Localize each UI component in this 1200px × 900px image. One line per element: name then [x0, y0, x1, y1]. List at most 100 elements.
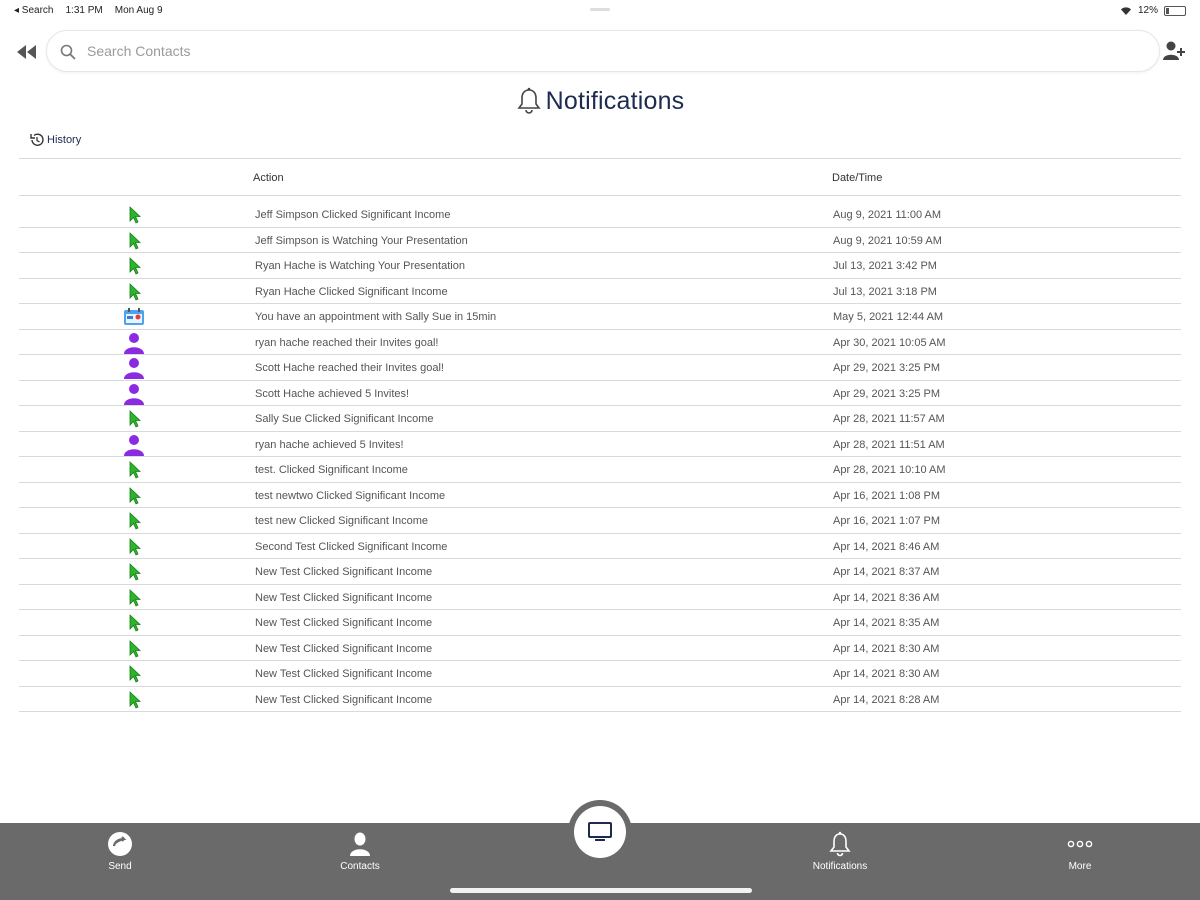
row-datetime: Apr 28, 2021 11:51 AM [833, 438, 945, 451]
table-row[interactable]: Scott Hache reached their Invites goal! A… [19, 355, 1181, 381]
row-datetime: Apr 14, 2021 8:30 AM [833, 642, 940, 655]
search-bar[interactable] [46, 30, 1160, 72]
row-datetime: Apr 28, 2021 11:57 AM [833, 413, 945, 425]
row-action: New Test Clicked Significant Income [255, 693, 433, 706]
table-row[interactable]: test newtwo Clicked Significant Income Ap… [19, 483, 1181, 508]
table-row[interactable]: test new Clicked Significant Income Apr 1… [19, 508, 1181, 534]
table-row[interactable]: New Test Clicked Significant Income Apr 1… [19, 661, 1181, 687]
cursor-icon [123, 588, 145, 608]
row-datetime: Apr 29, 2021 3:25 PM [833, 387, 941, 400]
person-icon [123, 332, 145, 354]
status-back-app[interactable]: ◂ Search [14, 5, 53, 16]
cursor-icon [123, 664, 145, 684]
table-row[interactable]: Second Test Clicked Significant Income Ap… [19, 534, 1181, 559]
search-icon [60, 44, 76, 60]
battery-icon [1164, 5, 1186, 16]
row-datetime: Apr 14, 2021 8:36 AM [833, 591, 940, 604]
row-action: New Test Clicked Significant Income [255, 591, 433, 604]
row-datetime: Jul 13, 2021 3:18 PM [833, 285, 937, 298]
table-row[interactable]: test. Clicked Significant Income Apr 28, … [19, 457, 1181, 483]
table-row[interactable]: Ryan Hache Clicked Significant Income Jul… [19, 279, 1181, 304]
row-datetime: Apr 30, 2021 10:05 AM [833, 336, 946, 349]
present-button[interactable] [574, 806, 626, 858]
row-action: Sally Sue Clicked Significant Income [255, 413, 434, 425]
row-datetime: Apr 28, 2021 10:10 AM [833, 464, 946, 476]
cursor-icon [123, 613, 145, 633]
person-icon [123, 383, 145, 405]
table-row[interactable]: ryan hache achieved 5 Invites! Apr 28, 20… [19, 432, 1181, 457]
row-datetime: Aug 9, 2021 10:59 AM [833, 234, 942, 247]
search-input[interactable] [87, 31, 1147, 71]
row-action: You have an appointment with Sally Sue i… [255, 311, 497, 323]
table-row[interactable]: New Test Clicked Significant Income Apr 1… [19, 636, 1181, 661]
status-date: Mon Aug 9 [114, 5, 163, 16]
home-indicator[interactable] [450, 888, 752, 893]
cursor-icon [123, 511, 145, 531]
table-row[interactable]: Ryan Hache is Watching Your Presentation… [19, 253, 1181, 279]
cursor-icon [123, 409, 145, 429]
page-title: Notifications [0, 84, 1200, 118]
cursor-icon [123, 562, 145, 582]
row-action: Second Test Clicked Significant Income [255, 540, 448, 553]
column-header-action: Action [253, 172, 284, 184]
row-datetime: Apr 29, 2021 3:25 PM [833, 362, 941, 374]
cursor-icon [123, 256, 145, 276]
double-chevron-left-icon[interactable] [14, 42, 40, 62]
row-action: test. Clicked Significant Income [255, 464, 408, 476]
tab-send[interactable]: Send [60, 831, 180, 872]
person-icon [123, 434, 145, 456]
row-datetime: Aug 9, 2021 11:00 AM [833, 209, 942, 221]
table-row[interactable]: ryan hache reached their Invites goal! Ap… [19, 330, 1181, 355]
multitask-grabber[interactable] [590, 8, 610, 11]
row-action: New Test Clicked Significant Income [255, 617, 433, 629]
cursor-icon [123, 537, 145, 557]
bell-icon [517, 87, 541, 114]
column-header-datetime: Date/Time [832, 172, 883, 184]
top-bar [0, 30, 1200, 74]
row-action: Scott Hache achieved 5 Invites! [255, 387, 410, 400]
row-action: New Test Clicked Significant Income [255, 668, 433, 680]
page-title-text: Notifications [545, 86, 685, 115]
row-action: ryan hache achieved 5 Invites! [255, 438, 404, 451]
table-row[interactable]: New Test Clicked Significant Income Apr 1… [19, 610, 1181, 636]
cursor-icon [123, 205, 145, 225]
tab-notifications-label: Notifications [812, 861, 868, 872]
table-row[interactable]: Jeff Simpson Clicked Significant Income A… [19, 202, 1181, 228]
tab-more[interactable]: More [1020, 831, 1140, 872]
table-row[interactable]: New Test Clicked Significant Income Apr 1… [19, 687, 1181, 712]
row-datetime: Apr 14, 2021 8:46 AM [833, 540, 940, 553]
row-action: Scott Hache reached their Invites goal! [255, 362, 444, 374]
history-link[interactable]: History [29, 132, 81, 148]
row-action: Ryan Hache is Watching Your Presentation [255, 260, 465, 272]
table-header: Action Date/Time [19, 158, 1181, 196]
cursor-icon [123, 639, 145, 659]
row-action: Jeff Simpson is Watching Your Presentati… [255, 234, 468, 247]
cursor-icon [123, 690, 145, 710]
row-datetime: Jul 13, 2021 3:42 PM [833, 260, 937, 272]
row-action: ryan hache reached their Invites goal! [255, 336, 439, 349]
tab-send-label: Send [108, 861, 132, 872]
table-row[interactable]: You have an appointment with Sally Sue i… [19, 304, 1181, 330]
row-datetime: Apr 16, 2021 1:07 PM [833, 515, 941, 527]
row-datetime: Apr 16, 2021 1:08 PM [833, 489, 941, 502]
row-datetime: Apr 14, 2021 8:30 AM [833, 668, 940, 680]
battery-percent: 12% [1137, 5, 1158, 16]
add-contact-icon[interactable] [1162, 40, 1186, 62]
history-label: History [47, 134, 82, 146]
cursor-icon [123, 231, 145, 251]
cursor-icon [123, 460, 145, 480]
row-datetime: Apr 14, 2021 8:37 AM [833, 566, 940, 578]
tab-more-label: More [1068, 861, 1092, 872]
table-row[interactable]: Scott Hache achieved 5 Invites! Apr 29, 2… [19, 381, 1181, 406]
bell-icon [829, 831, 851, 857]
table-row[interactable]: Jeff Simpson is Watching Your Presentati… [19, 228, 1181, 253]
cursor-icon [123, 486, 145, 506]
table-row[interactable]: New Test Clicked Significant Income Apr 1… [19, 585, 1181, 610]
row-action: New Test Clicked Significant Income [255, 642, 433, 655]
contact-person-icon [350, 832, 370, 856]
row-datetime: May 5, 2021 12:44 AM [833, 311, 944, 323]
table-row[interactable]: New Test Clicked Significant Income Apr 1… [19, 559, 1181, 585]
tab-notifications[interactable]: Notifications [780, 831, 900, 872]
table-row[interactable]: Sally Sue Clicked Significant Income Apr … [19, 406, 1181, 432]
tab-contacts[interactable]: Contacts [300, 831, 420, 872]
